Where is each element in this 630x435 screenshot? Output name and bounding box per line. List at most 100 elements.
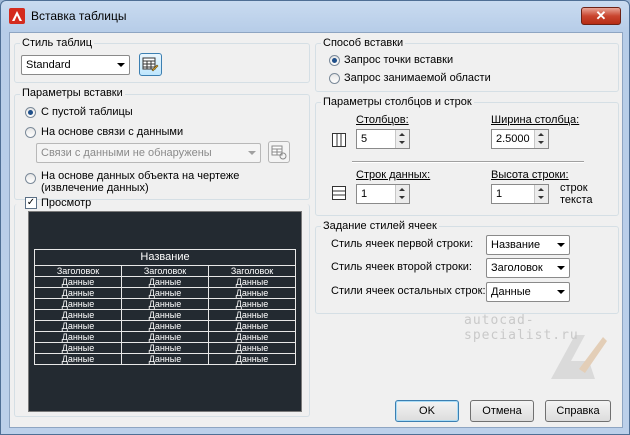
spin-down-icon[interactable]: [395, 194, 409, 203]
data-link-manager-button[interactable]: [268, 141, 290, 163]
preview-data-cell: Данные: [122, 354, 209, 364]
preview-data-row: Данные Данные Данные: [35, 354, 295, 364]
preview-header-cell: Заголовок: [230, 266, 274, 276]
preview-data-cell: Данные: [122, 343, 209, 353]
preview-data-cell: Данные: [35, 288, 122, 298]
data-link-value: Связи с данными не обнаружены: [41, 147, 212, 159]
data-rows-label: Строк данных:: [356, 169, 431, 181]
preview-data-row: Данные Данные Данные: [35, 277, 295, 288]
row-height-spinner[interactable]: 1: [491, 184, 549, 204]
preview-data-cell: Данные: [35, 277, 122, 287]
preview-data-cell: Данные: [122, 310, 209, 320]
radio-insert-area[interactable]: [329, 73, 340, 84]
preview-data-cell: Данные: [235, 299, 269, 309]
chevron-down-icon: [557, 243, 565, 247]
window-title: Вставка таблицы: [31, 9, 127, 23]
preview-data-row: Данные Данные Данные: [35, 332, 295, 343]
radio-empty-table[interactable]: [25, 107, 36, 118]
columns-value: 5: [361, 133, 368, 145]
second-row-style-select[interactable]: Заголовок: [486, 258, 570, 278]
radio-object-data[interactable]: [25, 173, 36, 184]
data-rows-value: 1: [361, 188, 368, 200]
row-height-label: Высота строки:: [491, 169, 569, 181]
col-row-separator: [352, 161, 584, 163]
chevron-down-icon: [557, 266, 565, 270]
row-height-unit: строк текста: [560, 182, 593, 206]
spin-down-icon[interactable]: [534, 194, 548, 203]
autocad-logo-icon: [9, 8, 25, 24]
chevron-down-icon: [557, 290, 565, 294]
preview-data-cell: Данные: [122, 321, 209, 331]
close-button[interactable]: ✕: [581, 7, 621, 25]
ok-button[interactable]: OK: [395, 400, 459, 422]
radio-insert-area-label[interactable]: Запрос занимаемой области: [344, 72, 491, 84]
columns-spinner[interactable]: 5: [356, 129, 410, 149]
other-rows-style-label: Стили ячеек остальных строк:: [331, 285, 486, 297]
preview-data-cell: Данные: [235, 343, 269, 353]
insert-method-title: Способ вставки: [321, 37, 406, 49]
spin-down-icon[interactable]: [534, 139, 548, 148]
table-style-select[interactable]: Standard: [21, 55, 130, 75]
second-row-style-label: Стиль ячеек второй строки:: [331, 261, 472, 273]
col-row-params-title: Параметры столбцов и строк: [321, 96, 474, 108]
dialog-body: Стиль таблиц Standard Параметры вставки …: [9, 32, 623, 428]
radio-empty-table-label[interactable]: С пустой таблицы: [41, 106, 133, 118]
preview-data-cell: Данные: [122, 288, 209, 298]
first-row-style-value: Название: [491, 239, 541, 251]
chevron-down-icon: [248, 151, 256, 155]
table-style-value: Standard: [26, 59, 71, 71]
radio-data-link-label[interactable]: На основе связи с данными: [41, 126, 183, 138]
preview-data-row: Данные Данные Данные: [35, 343, 295, 354]
watermark-logo-icon: [551, 335, 607, 379]
preview-data-row: Данные Данные Данные: [35, 321, 295, 332]
chevron-down-icon: [117, 63, 125, 67]
help-button[interactable]: Справка: [545, 400, 611, 422]
second-row-style-value: Заголовок: [491, 262, 543, 274]
row-height-value: 1: [496, 188, 503, 200]
preview-data-cell: Данные: [122, 299, 209, 309]
insert-method-group: [315, 43, 619, 92]
preview-data-cell: Данные: [235, 310, 269, 320]
data-link-select[interactable]: Связи с данными не обнаружены: [36, 143, 261, 163]
preview-data-row: Данные Данные Данные: [35, 288, 295, 299]
column-width-value: 2.5000: [496, 133, 530, 145]
cell-styles-title: Задание стилей ячеек: [321, 220, 439, 232]
columns-icon: [332, 133, 346, 147]
other-rows-style-select[interactable]: Данные: [486, 282, 570, 302]
columns-label: Столбцов:: [356, 114, 409, 126]
preview-table-title: Название: [35, 250, 295, 266]
rows-icon: [332, 186, 346, 200]
preview-data-cell: Данные: [122, 277, 209, 287]
preview-data-row: Данные Данные Данные: [35, 299, 295, 310]
insert-params-title: Параметры вставки: [20, 87, 125, 99]
preview-data-cell: Данные: [35, 354, 122, 364]
table-preview: Название Заголовок Заголовок Заголовок Д…: [28, 211, 302, 412]
radio-insert-point-label[interactable]: Запрос точки вставки: [344, 54, 453, 66]
first-row-style-label: Стиль ячеек первой строки:: [331, 238, 474, 250]
preview-table: Название Заголовок Заголовок Заголовок Д…: [34, 249, 296, 365]
preview-data-cell: Данные: [235, 288, 269, 298]
spin-down-icon[interactable]: [395, 139, 409, 148]
cancel-button[interactable]: Отмена: [470, 400, 534, 422]
radio-object-data-label[interactable]: На основе данных объекта на чертеже (изв…: [41, 170, 303, 194]
table-style-title: Стиль таблиц: [20, 37, 95, 49]
preview-data-cell: Данные: [235, 277, 269, 287]
first-row-style-select[interactable]: Название: [486, 235, 570, 255]
radio-insert-point[interactable]: [329, 55, 340, 66]
column-width-spinner[interactable]: 2.5000: [491, 129, 549, 149]
preview-data-cell: Данные: [35, 310, 122, 320]
preview-data-cell: Данные: [35, 332, 122, 342]
radio-data-link[interactable]: [25, 127, 36, 138]
preview-data-cell: Данные: [122, 332, 209, 342]
title-bar[interactable]: Вставка таблицы ✕: [1, 1, 629, 31]
preview-data-cell: Данные: [235, 321, 269, 331]
preview-data-cell: Данные: [35, 343, 122, 353]
preview-header-row: Заголовок Заголовок Заголовок: [35, 266, 295, 277]
preview-header-cell: Заголовок: [122, 266, 209, 276]
preview-data-cell: Данные: [235, 354, 269, 364]
table-style-dialog-button[interactable]: [139, 53, 162, 76]
preview-data-cell: Данные: [35, 321, 122, 331]
insert-table-dialog: Вставка таблицы ✕ Стиль таблиц Standard …: [0, 0, 630, 435]
preview-data-cell: Данные: [35, 299, 122, 309]
data-rows-spinner[interactable]: 1: [356, 184, 410, 204]
